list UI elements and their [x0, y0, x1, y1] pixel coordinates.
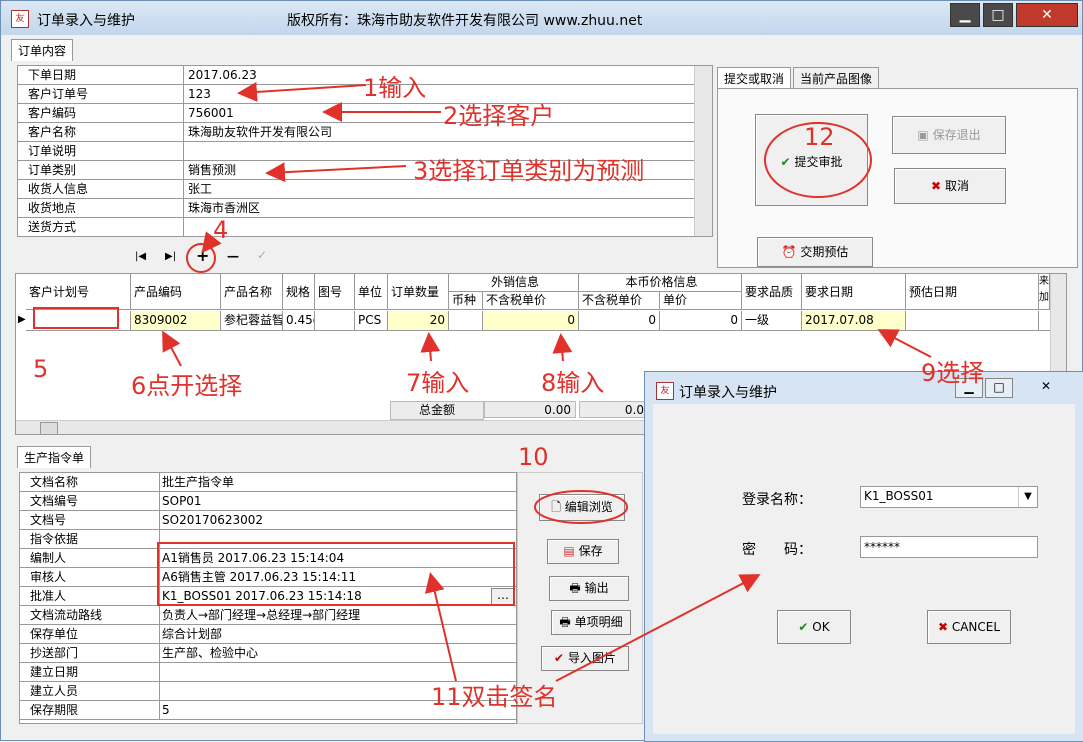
arrow-1: [237, 81, 367, 102]
annotation-5: 5: [33, 355, 49, 383]
annotation-3: 3选择订单类别为预测: [413, 157, 645, 185]
annotation-11: 11双击签名: [431, 683, 558, 711]
main-window: 友 订单录入与维护 版权所有：珠海市助友软件开发有限公司 www.zhuu.ne…: [0, 0, 1083, 742]
arrow-6: [162, 330, 182, 367]
signature-highlight: [157, 542, 515, 606]
annotation-6: 6点开选择: [131, 372, 243, 400]
annotation-9: 9选择: [921, 359, 985, 387]
annotation-12: 12: [804, 123, 835, 151]
annotation-10: 10: [518, 443, 549, 471]
arrow-11a: [424, 572, 457, 682]
plan-no-highlight: [33, 307, 119, 329]
arrow-3: [265, 162, 407, 183]
annotation-7: 7输入: [406, 369, 470, 397]
arrow-7: [420, 332, 441, 362]
annotation-1: 1输入: [363, 74, 427, 102]
annotation-8: 8输入: [541, 369, 605, 397]
arrow-11b: [555, 574, 761, 682]
arrow-8: [552, 333, 573, 362]
edit-browse-circle: [534, 490, 628, 524]
annotation-4: 4: [213, 216, 229, 244]
annotation-2: 2选择客户: [443, 102, 555, 130]
add-circle: [186, 243, 216, 273]
